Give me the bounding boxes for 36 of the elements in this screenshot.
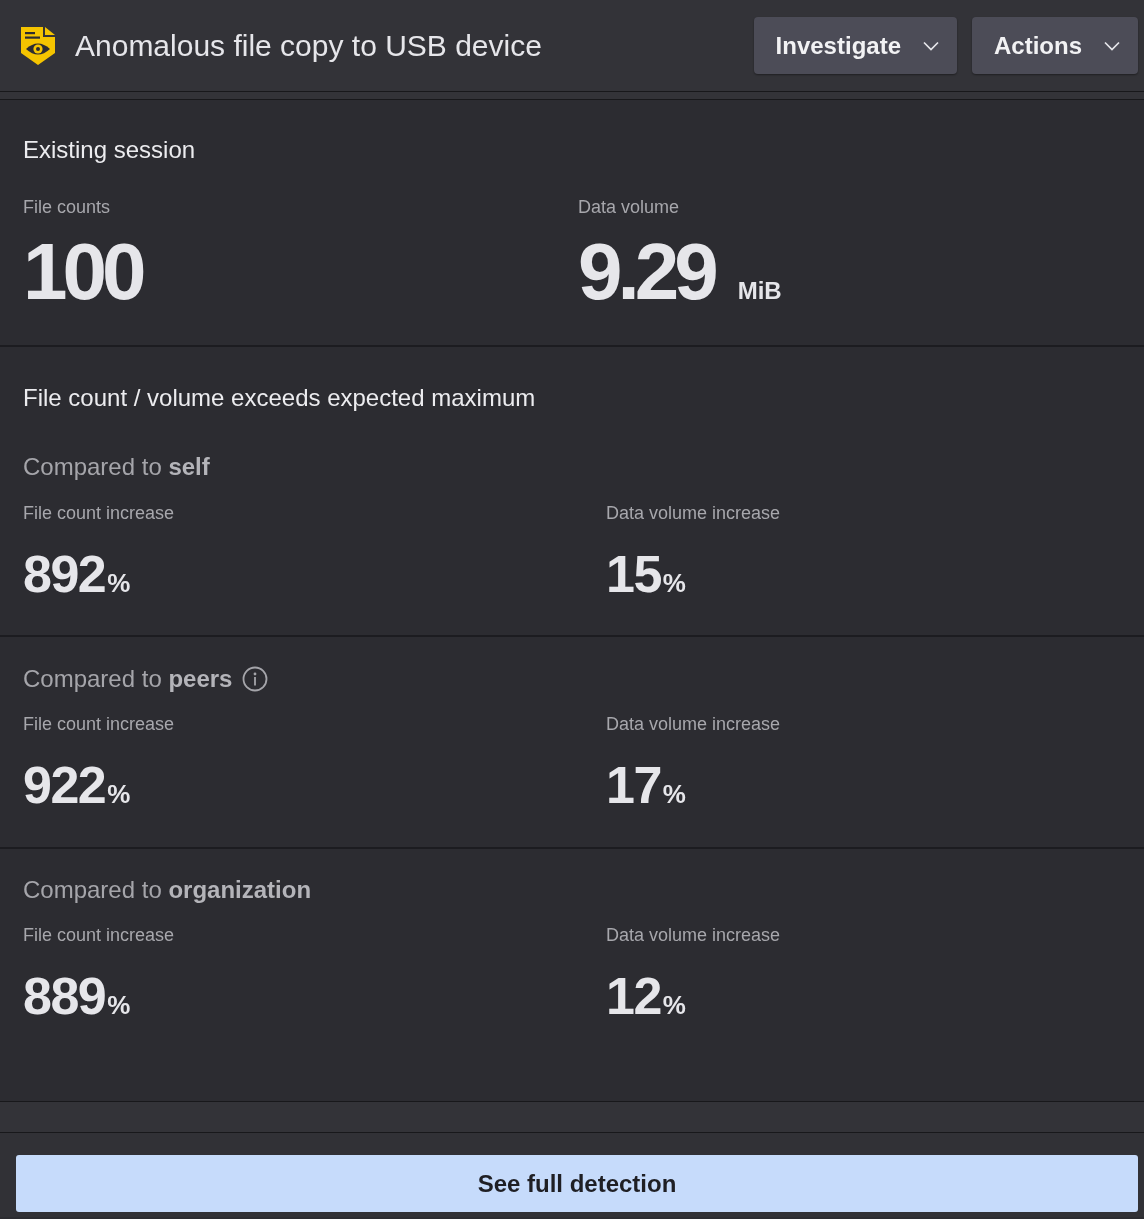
shield-eye-icon	[20, 25, 56, 66]
metric-value: 17	[606, 759, 661, 811]
metric-label: Data volume increase	[606, 502, 782, 524]
metric-unit: %	[662, 568, 686, 599]
metric-unit: %	[662, 990, 686, 1021]
section-title: Existing session	[23, 136, 197, 164]
metric-label: File count increase	[23, 924, 176, 946]
see-full-detection-button[interactable]: See full detection	[16, 1155, 1138, 1212]
section-title: File count / volume exceeds expected maximum	[23, 384, 537, 412]
metric-value: 922	[23, 759, 106, 811]
comparison-heading: Compared to peers	[23, 665, 233, 693]
comparison-heading: Compared to organization	[23, 876, 312, 904]
metric-unit: %	[107, 779, 131, 810]
metric-label: File count increase	[23, 502, 176, 524]
metric-label: Data volume increase	[606, 713, 782, 735]
comparison-heading: Compared to self	[23, 453, 210, 481]
metric-value: 889	[23, 970, 106, 1022]
chevron-down-icon	[1104, 40, 1120, 51]
metric-label: Data volume increase	[606, 924, 782, 946]
metric-label: Data volume	[578, 196, 681, 218]
metric-unit: %	[107, 568, 131, 599]
metric-label: File counts	[23, 196, 112, 218]
metric-label: File count increase	[23, 713, 176, 735]
metric-unit: %	[107, 990, 131, 1021]
detection-title: Anomalous file copy to USB device	[75, 28, 542, 63]
info-icon[interactable]	[242, 666, 269, 692]
metric-value: 9.29	[578, 232, 714, 312]
metric-value: 100	[23, 232, 142, 312]
metric-value: 892	[23, 548, 106, 600]
dropdown-button[interactable]: Investigate	[753, 17, 957, 74]
metric-unit: MiB	[737, 277, 782, 305]
metric-unit: %	[662, 779, 686, 810]
dropdown-button[interactable]: Actions	[972, 17, 1138, 74]
metric-value: 15	[606, 548, 661, 600]
chevron-down-icon	[923, 40, 939, 51]
metric-value: 12	[606, 970, 661, 1022]
